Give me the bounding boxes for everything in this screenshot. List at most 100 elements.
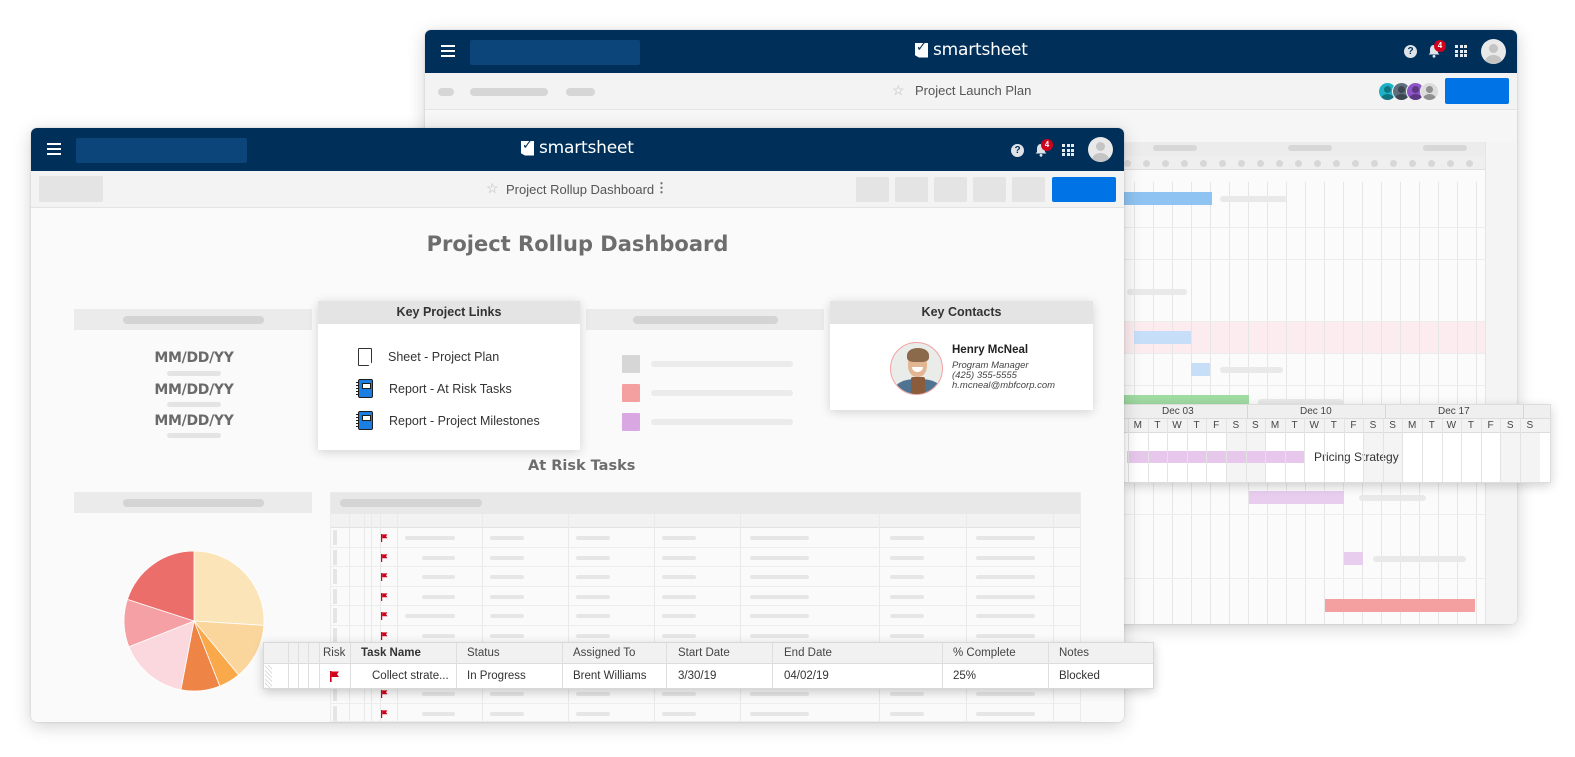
cell-status[interactable]: In Progress [467,670,526,682]
gantt-task-bar[interactable] [1325,599,1475,612]
column-header-notes[interactable]: Notes [1059,647,1089,659]
day-label: F [1350,420,1357,431]
day-column-divider [1167,419,1169,482]
row-handle[interactable] [333,705,337,721]
help-icon[interactable]: ? [1011,144,1024,157]
gantt-task-bar[interactable] [1344,552,1363,565]
favorite-star-icon[interactable]: ☆ [892,82,905,99]
cell-placeholder [750,692,809,696]
day-column-divider [1206,419,1208,482]
toolbar-placeholder[interactable] [470,88,548,96]
link-report-at-risk-tasks[interactable]: Report - At Risk Tasks [356,379,512,398]
cell-start-date[interactable]: 3/30/19 [678,670,716,682]
column-header-task-name[interactable]: Task Name [361,647,421,659]
row-handle[interactable] [333,569,337,584]
cell-placeholder [976,711,1035,716]
gantt-task-bar[interactable] [1127,451,1305,463]
day-column-divider [1147,419,1149,482]
gantt-label-placeholder [1220,367,1283,373]
column-header-status[interactable]: Status [467,647,500,659]
column-header-risk[interactable]: Risk [323,647,345,659]
widget-title: Key Contacts [830,301,1093,324]
report-row[interactable] [331,587,1080,606]
pie-slice-0[interactable] [193,550,265,626]
cell-assigned-to[interactable]: Brent Williams [573,670,646,682]
day-label: S [1506,420,1514,431]
toolbar-placeholder-button[interactable] [39,176,103,202]
help-icon[interactable]: ? [1404,45,1417,58]
row-handle[interactable] [333,530,337,545]
date-value: MM/DD/YY [154,350,234,366]
toolbar-button[interactable] [934,177,967,202]
apps-grid-icon[interactable] [1455,45,1467,57]
header-placeholder [1423,145,1467,151]
day-marker [1409,160,1416,167]
menu-icon[interactable] [441,45,455,57]
gantt-task-bar[interactable] [1249,491,1344,504]
week-divider [1247,405,1248,419]
toolbar-button[interactable] [973,177,1006,202]
column-header-end-date[interactable]: End Date [784,647,832,659]
collaborator-avatar[interactable] [1420,82,1439,101]
toolbar-placeholder[interactable] [566,88,595,96]
menu-icon[interactable] [47,143,61,155]
row-drag-handle[interactable] [265,665,272,688]
cell-task-name[interactable]: Collect strate... [372,670,449,682]
pie-chart [123,550,265,692]
contact-email[interactable]: h.mcneal@mbfcorp.com [952,380,1055,391]
user-avatar[interactable] [1088,137,1113,162]
report-row[interactable] [331,606,1080,626]
gantt-task-bar[interactable] [1134,331,1191,344]
toolbar-placeholder[interactable] [438,88,454,96]
date-caption-placeholder [167,433,221,438]
report-row[interactable] [331,548,1080,567]
apps-grid-icon[interactable] [1062,144,1074,156]
cell-placeholder [662,555,696,560]
toolbar-button[interactable] [895,177,928,202]
share-button[interactable] [1445,78,1509,104]
gantt-scroll-edge[interactable] [1485,142,1517,624]
notification-badge: 4 [1041,139,1053,151]
report-row[interactable] [331,528,1080,548]
widget-header [74,309,312,330]
cell-placeholder [890,614,924,618]
risk-flag-icon[interactable] [330,671,340,682]
day-column-divider [1480,419,1482,482]
gantt-task-bar[interactable] [1191,363,1210,376]
link-sheet-project-plan[interactable]: Sheet - Project Plan [358,348,499,366]
link-report-project-milestones[interactable]: Report - Project Milestones [356,411,540,430]
toolbar-button[interactable] [1012,177,1045,202]
column-header-start-date[interactable]: Start Date [678,647,730,659]
row-handle[interactable] [333,549,337,565]
cell-end-date[interactable]: 04/02/19 [784,670,829,682]
toolbar-button[interactable] [856,177,889,202]
column-header-assigned-to[interactable]: Assigned To [573,647,635,659]
search-input[interactable] [76,138,247,163]
user-avatar[interactable] [1481,39,1506,64]
column-header-percent-complete[interactable]: % Complete [953,647,1016,659]
cell-placeholder [490,555,524,560]
report-row[interactable] [331,567,1080,587]
cell-placeholder [405,536,455,540]
top-nav-bar: smartsheet ? 4 [31,128,1124,171]
cell-placeholder [662,633,696,638]
widget-title: Key Project Links [318,301,580,324]
sheet-title: Project Launch Plan [915,83,1032,98]
row-handle[interactable] [333,608,337,623]
top-nav-bar: smartsheet ? 4 [425,30,1517,73]
cell-percent-complete[interactable]: 25% [953,670,976,682]
more-options-icon[interactable]: ⋮ [655,180,668,196]
search-input[interactable] [470,40,640,65]
dashboard-title: Project Rollup Dashboard [506,182,655,197]
row-handle[interactable] [333,588,337,604]
link-label: Report - Project Milestones [389,413,540,428]
smartsheet-logo-icon [915,42,928,58]
gantt-row-divider [1115,227,1485,228]
gantt-task-bar[interactable] [1115,192,1212,205]
share-button[interactable] [1052,177,1116,202]
report-row[interactable] [331,704,1080,723]
cell-notes[interactable]: Blocked [1059,670,1100,682]
favorite-star-icon[interactable]: ☆ [486,180,499,197]
row-handle[interactable] [333,627,337,643]
cell-placeholder [890,633,924,638]
